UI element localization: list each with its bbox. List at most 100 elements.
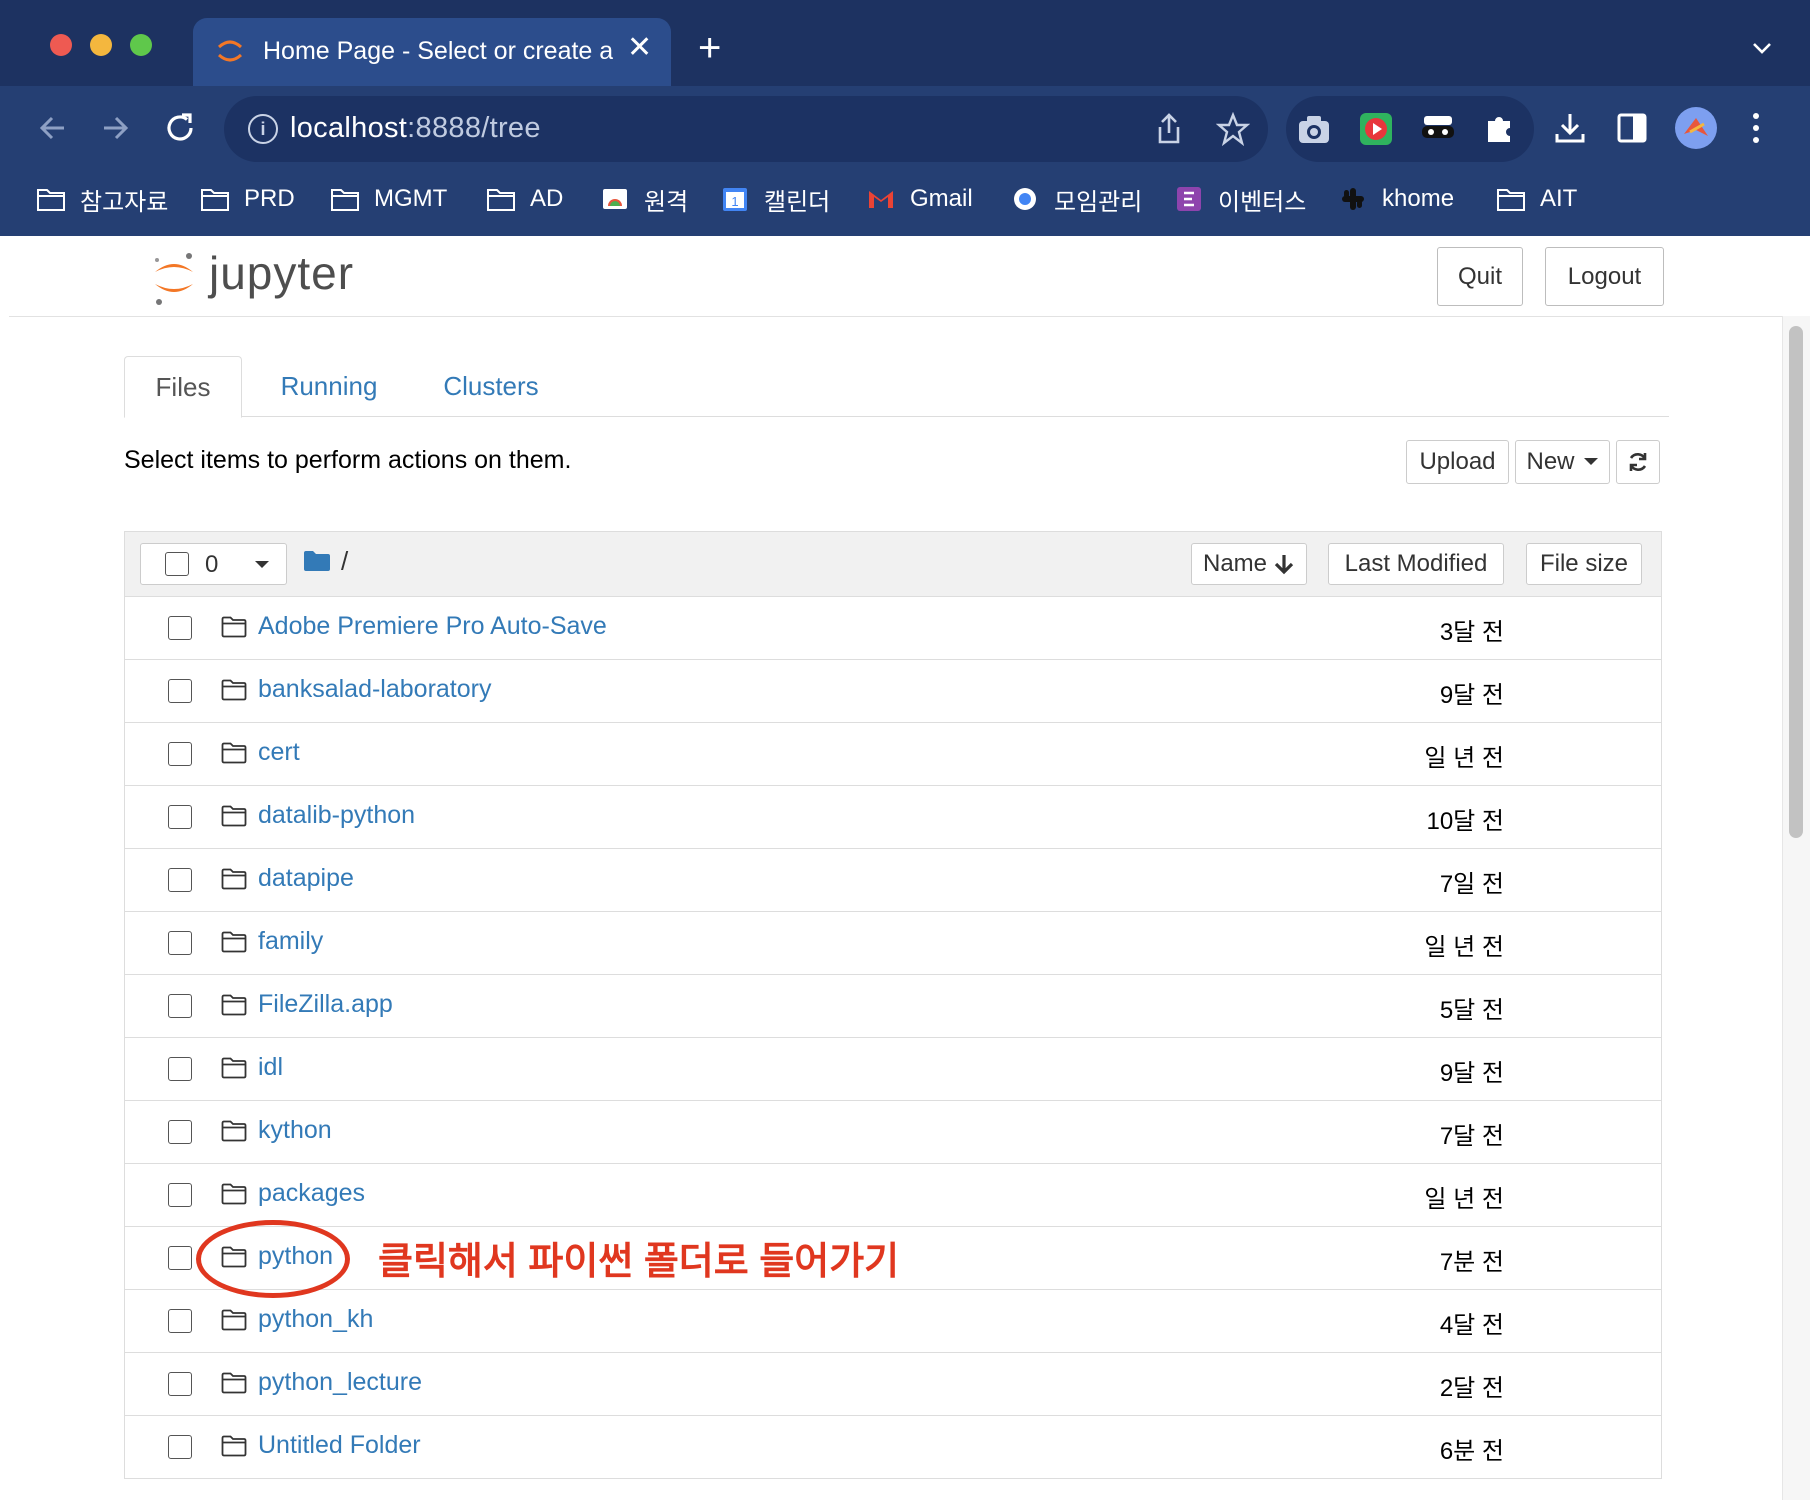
bookmark-item[interactable]: AD xyxy=(486,176,563,222)
url-text[interactable]: localhost:8888/tree xyxy=(290,112,541,145)
item-name-link[interactable]: python_lecture xyxy=(258,1368,422,1397)
bookmark-item[interactable]: 1 캘린더 xyxy=(720,176,830,222)
selection-dropdown[interactable] xyxy=(238,543,287,585)
tab-title: Home Page - Select or create a notebook xyxy=(263,37,613,65)
sort-last-modified-button[interactable]: Last Modified xyxy=(1328,543,1504,585)
bookmark-label: 이벤터스 xyxy=(1218,188,1307,216)
meeting-icon xyxy=(1014,188,1036,210)
breadcrumb[interactable]: / xyxy=(341,546,348,577)
item-name-link[interactable]: Untitled Folder xyxy=(258,1431,421,1460)
item-name-link[interactable]: idl xyxy=(258,1053,283,1082)
folder-icon xyxy=(487,189,515,211)
item-last-modified: 6분 전 xyxy=(1439,1438,1504,1465)
bookmark-item[interactable]: 원격 xyxy=(600,176,688,222)
reload-icon[interactable] xyxy=(162,110,198,146)
item-checkbox[interactable] xyxy=(168,1246,192,1270)
item-checkbox[interactable] xyxy=(168,805,192,829)
item-name-link[interactable]: kython xyxy=(258,1116,332,1145)
camera-extension-icon[interactable] xyxy=(1296,112,1332,146)
download-icon[interactable] xyxy=(1552,110,1588,146)
item-name-link[interactable]: family xyxy=(258,927,323,956)
table-row: kython 7달 전 xyxy=(125,1101,1661,1164)
item-checkbox[interactable] xyxy=(168,1372,192,1396)
item-checkbox[interactable] xyxy=(168,616,192,640)
share-icon[interactable] xyxy=(1154,112,1184,146)
bookmark-item[interactable]: AIT xyxy=(1496,176,1577,222)
star-icon[interactable] xyxy=(1216,112,1250,146)
quit-button[interactable]: Quit xyxy=(1437,247,1523,306)
page-scrollbar[interactable] xyxy=(1782,316,1810,1500)
window-minimize-button[interactable] xyxy=(90,34,112,56)
scrollbar-thumb[interactable] xyxy=(1789,326,1803,838)
sidepanel-icon[interactable] xyxy=(1616,112,1648,144)
window-close-button[interactable] xyxy=(50,34,72,56)
item-checkbox[interactable] xyxy=(168,1183,192,1207)
folder-icon xyxy=(37,189,65,211)
header-divider xyxy=(9,316,1810,317)
bookmark-item[interactable]: Gmail xyxy=(866,176,973,222)
calendar-icon: 1 xyxy=(723,188,747,211)
item-name-link[interactable]: banksalad-laboratory xyxy=(258,675,491,704)
new-dropdown-button[interactable]: New xyxy=(1515,440,1610,484)
item-name-link[interactable]: cert xyxy=(258,738,300,767)
info-icon[interactable]: i xyxy=(248,114,278,144)
item-checkbox[interactable] xyxy=(168,1435,192,1459)
jupyter-logo-icon[interactable] xyxy=(149,250,199,306)
window-maximize-button[interactable] xyxy=(130,34,152,56)
more-menu-icon[interactable] xyxy=(1750,110,1762,146)
tab-search-dropdown-icon[interactable] xyxy=(1750,36,1774,60)
bookmark-label: 모임관리 xyxy=(1054,188,1143,216)
item-name-link[interactable]: packages xyxy=(258,1179,365,1208)
new-tab-button[interactable]: + xyxy=(698,28,721,68)
tab-files[interactable]: Files xyxy=(124,356,242,418)
gmail-icon xyxy=(869,191,893,208)
sort-file-size-button[interactable]: File size xyxy=(1526,543,1642,585)
bookmark-label: AD xyxy=(530,185,564,212)
item-last-modified: 일 년 전 xyxy=(1424,745,1504,772)
item-name-link[interactable]: datalib-python xyxy=(258,801,415,830)
item-last-modified: 7분 전 xyxy=(1439,1249,1504,1276)
jupyter-logo-text[interactable]: jupyter xyxy=(209,246,354,300)
item-checkbox[interactable] xyxy=(168,742,192,766)
tab-close-icon[interactable]: ✕ xyxy=(627,30,652,65)
bookmark-item[interactable]: PRD xyxy=(200,176,295,222)
annotation-text: 클릭해서 파이썬 폴더로 들어가기 xyxy=(378,1241,900,1283)
bookmark-item[interactable]: 참고자료 xyxy=(36,176,168,222)
item-name-link[interactable]: FileZilla.app xyxy=(258,990,393,1019)
item-checkbox[interactable] xyxy=(168,868,192,892)
bookmark-item[interactable]: 모임관리 xyxy=(1010,176,1142,222)
folder-icon xyxy=(221,1057,247,1079)
address-bar[interactable]: i localhost:8888/tree xyxy=(224,96,1268,162)
bookmark-label: Gmail xyxy=(910,185,973,212)
forward-arrow-icon[interactable] xyxy=(98,110,134,146)
item-checkbox[interactable] xyxy=(168,1309,192,1333)
back-arrow-icon[interactable] xyxy=(34,110,70,146)
puzzle-extension-icon[interactable] xyxy=(1482,111,1518,147)
item-name-link[interactable]: datapipe xyxy=(258,864,354,893)
profile-avatar[interactable] xyxy=(1674,106,1718,150)
item-checkbox[interactable] xyxy=(168,1120,192,1144)
select-all-checkbox[interactable] xyxy=(165,552,189,576)
item-checkbox[interactable] xyxy=(168,679,192,703)
tab-clusters[interactable]: Clusters xyxy=(426,356,556,416)
bookmark-item[interactable]: khome xyxy=(1338,176,1454,222)
logout-button[interactable]: Logout xyxy=(1545,247,1664,306)
select-all-box[interactable]: 0 xyxy=(140,543,240,585)
video-extension-icon[interactable] xyxy=(1358,111,1394,147)
bookmark-item[interactable]: 이벤터스 xyxy=(1174,176,1306,222)
item-name-link[interactable]: python_kh xyxy=(258,1305,373,1334)
item-name-link[interactable]: Adobe Premiere Pro Auto-Save xyxy=(258,612,607,641)
item-checkbox[interactable] xyxy=(168,994,192,1018)
folder-solid-icon[interactable] xyxy=(303,550,331,572)
browser-tab-active[interactable]: Home Page - Select or create a notebook … xyxy=(193,18,671,86)
item-checkbox[interactable] xyxy=(168,931,192,955)
refresh-button[interactable] xyxy=(1616,440,1660,484)
bookmark-item[interactable]: MGMT xyxy=(330,176,447,222)
sort-name-button[interactable]: Name xyxy=(1191,543,1307,585)
upload-button[interactable]: Upload xyxy=(1406,440,1509,484)
arrow-down-icon xyxy=(1274,555,1294,575)
item-checkbox[interactable] xyxy=(168,1057,192,1081)
tab-running[interactable]: Running xyxy=(264,356,394,416)
mask-extension-icon[interactable] xyxy=(1420,111,1456,147)
selected-count: 0 xyxy=(205,551,219,578)
